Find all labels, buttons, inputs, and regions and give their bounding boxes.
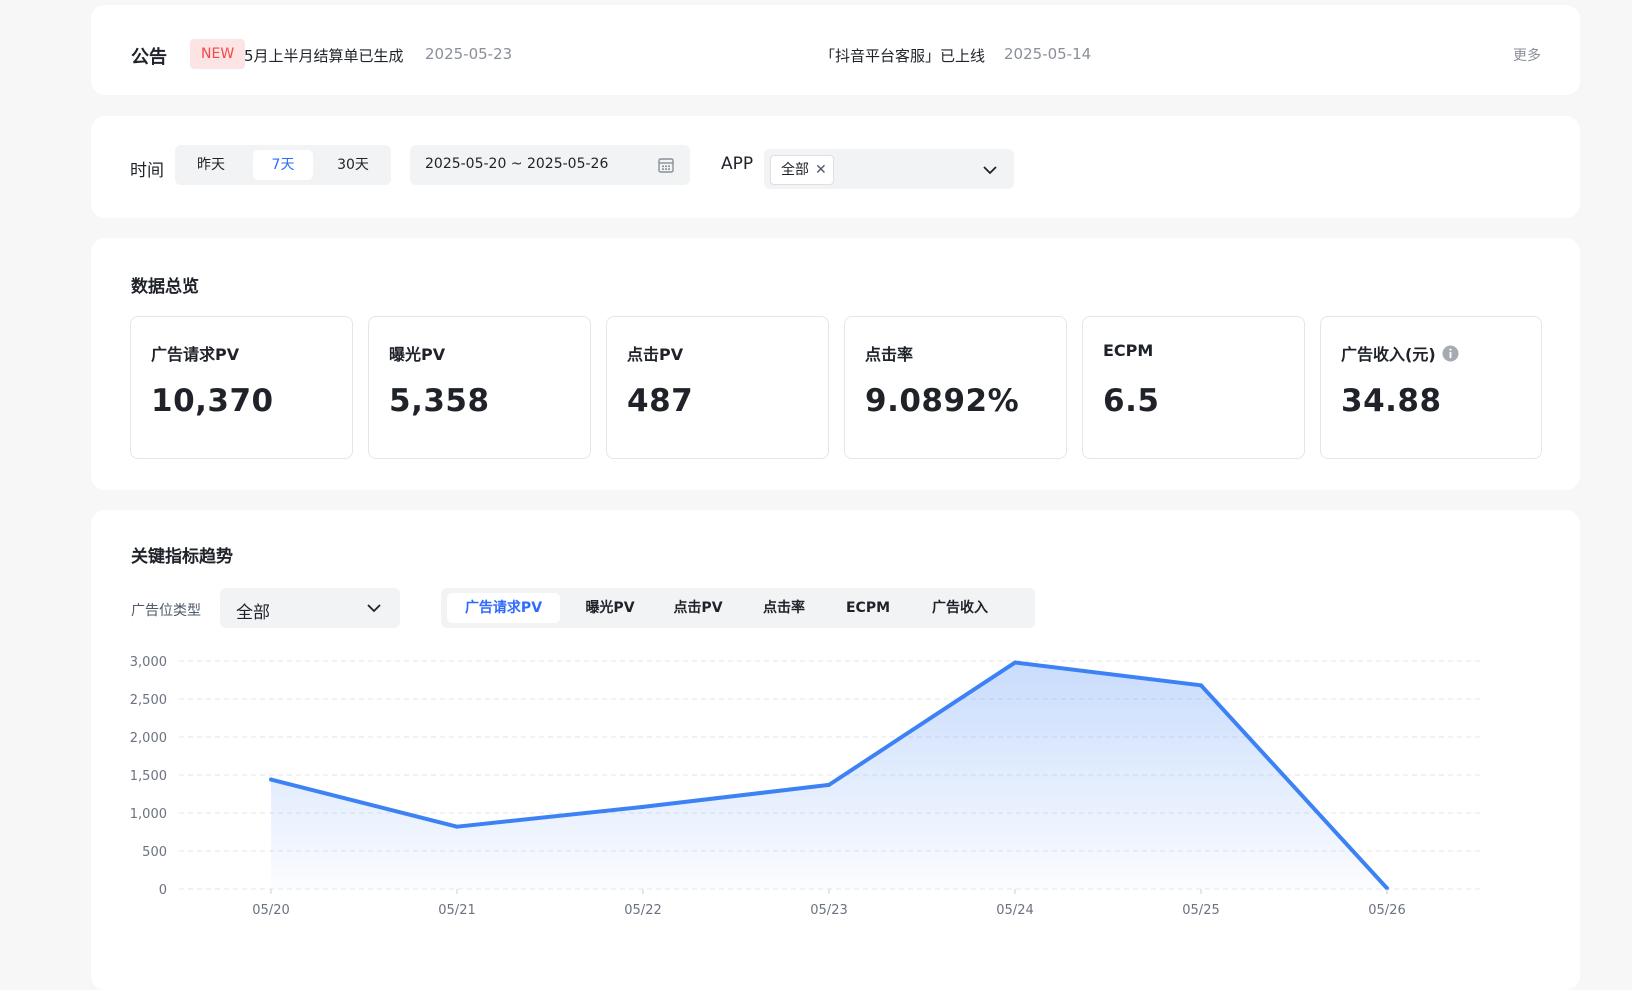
x-tick-label: 05/24 — [996, 903, 1033, 918]
more-link[interactable]: 更多 — [1513, 45, 1541, 65]
data-point — [455, 824, 459, 829]
kpi-card-revenue: 广告收入(元) 34.88 — [1320, 316, 1542, 459]
kpi-value: 487 — [627, 383, 694, 419]
tab-click-pv[interactable]: 点击PV — [660, 593, 736, 623]
notice-item-1-date: 2025-05-23 — [425, 45, 513, 63]
kpi-label: 曝光PV — [389, 345, 446, 364]
chevron-down-icon — [983, 166, 997, 175]
tab-request-pv[interactable]: 广告请求PV — [447, 593, 560, 623]
kpi-card-impression-pv: 曝光PV 5,358 — [368, 316, 591, 459]
kpi-label: 点击率 — [865, 345, 914, 364]
tag-close-icon[interactable]: ✕ — [815, 156, 827, 184]
time-label: 时间 — [130, 161, 164, 181]
y-tick-label: 3,000 — [130, 655, 167, 670]
x-tick-label: 05/26 — [1368, 903, 1405, 918]
kpi-label: ECPM — [1103, 341, 1154, 360]
ad-type-value: 全部 — [236, 603, 270, 623]
area-fill — [271, 662, 1387, 889]
info-icon[interactable] — [1442, 345, 1459, 362]
date-range-picker[interactable]: 2025-05-20 ~ 2025-05-26 — [410, 145, 690, 185]
chevron-down-icon — [367, 604, 381, 613]
app-select[interactable]: 全部 ✕ — [764, 149, 1014, 189]
data-point — [827, 782, 831, 787]
time-option-30d[interactable]: 30天 — [323, 150, 383, 180]
x-tick-label: 05/21 — [438, 903, 475, 918]
tab-impression-pv[interactable]: 曝光PV — [568, 593, 652, 623]
kpi-value: 6.5 — [1103, 383, 1160, 419]
notice-title: 公告 — [131, 47, 167, 68]
data-point — [641, 804, 645, 809]
kpi-card-ctr: 点击率 9.0892% — [844, 316, 1067, 459]
metric-tabs: 广告请求PV 曝光PV 点击PV 点击率 ECPM 广告收入 — [441, 588, 1035, 628]
kpi-card-click-pv: 点击PV 487 — [606, 316, 829, 459]
y-tick-label: 1,500 — [130, 769, 167, 784]
trend-title: 关键指标趋势 — [131, 547, 233, 567]
y-tick-label: 2,000 — [130, 731, 167, 746]
date-range-value: 2025-05-20 ~ 2025-05-26 — [425, 156, 609, 172]
data-overview-card: 数据总览 广告请求PV 10,370 曝光PV 5,358 点击PV 487 点… — [91, 238, 1580, 490]
kpi-card-ecpm: ECPM 6.5 — [1082, 316, 1305, 459]
y-tick-label: 0 — [159, 883, 167, 898]
time-option-yesterday[interactable]: 昨天 — [181, 150, 241, 180]
app-label: APP — [721, 154, 754, 174]
new-badge: NEW — [190, 39, 246, 69]
notice-card: 公告 NEW 5月上半月结算单已生成 2025-05-23 「抖音平台客服」已上… — [91, 5, 1580, 95]
time-segmented-control: 昨天 7天 30天 — [175, 145, 391, 185]
kpi-value: 5,358 — [389, 383, 490, 419]
y-tick-label: 2,500 — [130, 693, 167, 708]
ad-type-select[interactable]: 全部 — [220, 588, 400, 628]
app-tag: 全部 ✕ — [770, 155, 834, 185]
y-tick-label: 1,000 — [130, 807, 167, 822]
kpi-card-request-pv: 广告请求PV 10,370 — [130, 316, 353, 459]
filter-card: 时间 昨天 7天 30天 2025-05-20 ~ 2025-05-26 APP… — [91, 116, 1580, 218]
kpi-value: 34.88 — [1341, 383, 1442, 419]
tab-ecpm[interactable]: ECPM — [832, 593, 904, 623]
x-tick-label: 05/22 — [624, 903, 661, 918]
overview-title: 数据总览 — [131, 277, 199, 297]
tab-revenue[interactable]: 广告收入 — [912, 593, 1008, 623]
trend-card: 关键指标趋势 广告位类型 全部 广告请求PV 曝光PV 点击PV 点击率 ECP… — [91, 510, 1580, 990]
ad-type-label: 广告位类型 — [131, 603, 201, 619]
notice-item-2-date: 2025-05-14 — [1004, 45, 1092, 63]
kpi-label: 广告收入(元) — [1341, 345, 1436, 364]
y-tick-label: 500 — [142, 845, 167, 860]
data-point — [1013, 660, 1017, 665]
notice-item-2[interactable]: 「抖音平台客服」已上线 — [820, 45, 985, 66]
kpi-value: 9.0892% — [865, 383, 1020, 419]
kpi-label: 点击PV — [627, 345, 684, 364]
tab-ctr[interactable]: 点击率 — [746, 593, 822, 623]
trend-line-chart: 3,000 2,500 2,000 1,500 1,000 500 0 05/20 05/21… — [130, 655, 1481, 918]
kpi-label: 广告请求PV — [151, 345, 240, 364]
data-point — [1199, 683, 1203, 688]
time-option-7d[interactable]: 7天 — [253, 150, 313, 180]
app-tag-label: 全部 — [781, 162, 809, 178]
x-tick-label: 05/23 — [810, 903, 847, 918]
x-tick-label: 05/25 — [1182, 903, 1219, 918]
data-point — [269, 777, 273, 782]
notice-item-1[interactable]: 5月上半月结算单已生成 — [244, 45, 404, 66]
calendar-icon — [658, 158, 674, 173]
x-tick-label: 05/20 — [252, 903, 289, 918]
kpi-value: 10,370 — [151, 383, 274, 419]
